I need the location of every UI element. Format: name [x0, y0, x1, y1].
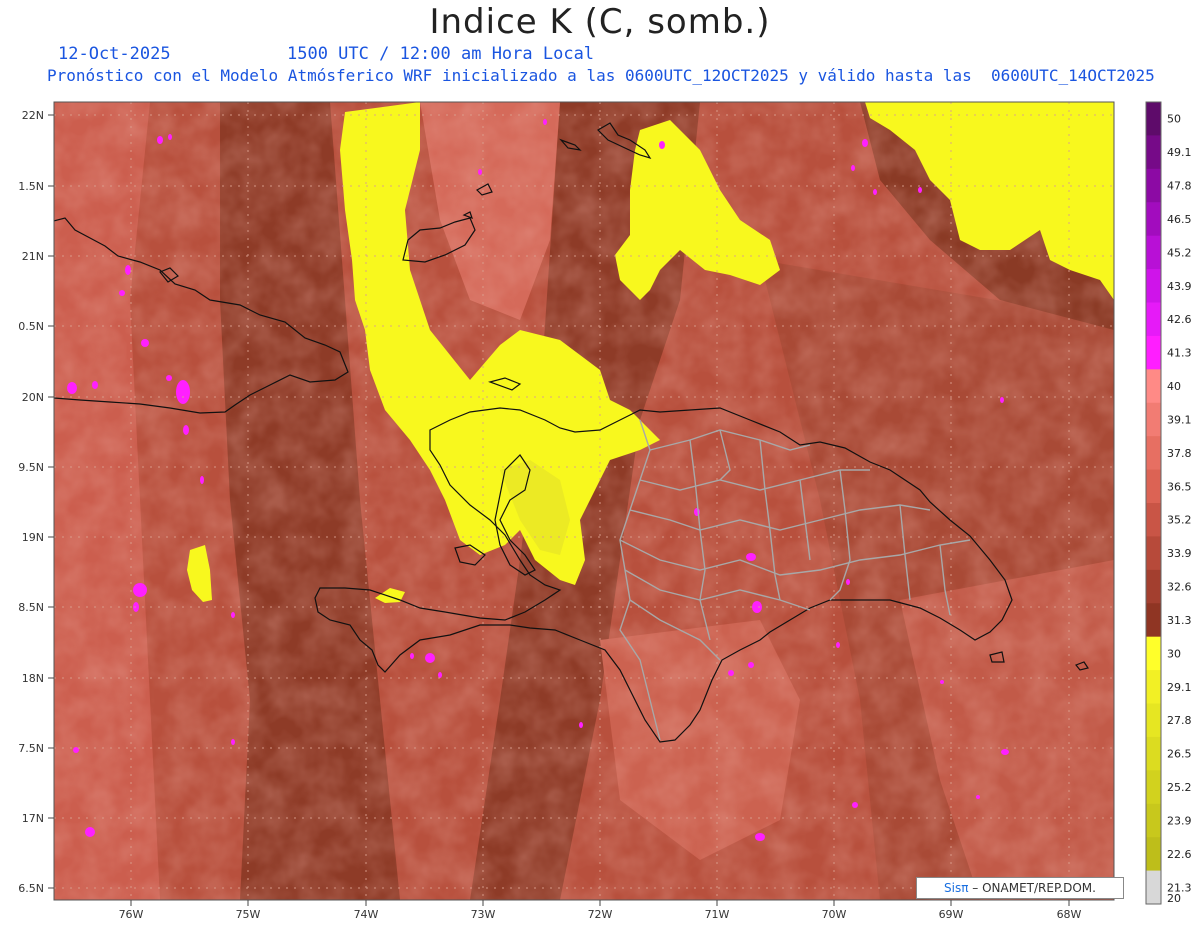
credit-sis: Sisπ: [944, 881, 969, 895]
lon-label: 76W: [119, 908, 144, 921]
lon-label: 75W: [236, 908, 261, 921]
lon-label: 69W: [939, 908, 964, 921]
lon-label: 73W: [471, 908, 496, 921]
colorbar-label: 25.2: [1167, 781, 1192, 794]
colorbar-swatch: [1146, 102, 1161, 136]
colorbar-swatch: [1146, 736, 1161, 771]
colorbar-swatch: [1146, 269, 1161, 303]
colorbar-swatch: [1146, 302, 1161, 337]
lat-label: 20N: [22, 391, 44, 404]
colorbar-label: 49.1: [1167, 146, 1192, 159]
colorbar-swatch: [1146, 503, 1161, 537]
colorbar-swatch: [1146, 369, 1161, 404]
colorbar-swatch: [1146, 335, 1161, 370]
colorbar-label: 41.3: [1167, 347, 1192, 360]
colorbar-label: 22.6: [1167, 848, 1192, 861]
colorbar-swatch: [1146, 402, 1161, 437]
lat-label: 1.5N: [18, 180, 44, 193]
colorbar-label: 47.8: [1167, 180, 1192, 193]
lat-label: 0.5N: [18, 320, 44, 333]
colorbar-swatch: [1146, 770, 1161, 805]
colorbar: 50 49.1 47.8 46.5 45.2 43.9 42.6 41.3 40 39.1 37.8…: [1145, 101, 1192, 905]
latitude-labels: 22N 1.5N 21N 0.5N 20N 9.5N 19N 8.5N 18N …: [18, 109, 44, 895]
colorbar-label: 40: [1167, 380, 1181, 393]
colorbar-label: 50: [1167, 113, 1181, 126]
credit-box: Sisπ – ONAMET/REP.DOM.: [916, 877, 1124, 899]
colorbar-label: 42.6: [1167, 313, 1192, 326]
colorbar-swatch: [1146, 870, 1161, 905]
colorbar-swatch: [1146, 202, 1161, 237]
colorbar-swatch: [1146, 436, 1161, 471]
longitude-labels: 76W 75W 74W 73W 72W 71W 70W 69W 68W: [119, 908, 1082, 921]
colorbar-label: 26.5: [1167, 748, 1192, 761]
colorbar-label: 32.6: [1167, 581, 1192, 594]
lat-label: 18N: [22, 672, 44, 685]
colorbar-label: 27.8: [1167, 714, 1192, 727]
colorbar-swatch: [1146, 569, 1161, 604]
lat-label: 17N: [22, 812, 44, 825]
lon-label: 72W: [588, 908, 613, 921]
lat-label: 19N: [22, 531, 44, 544]
credit-org: – ONAMET/REP.DOM.: [972, 881, 1096, 895]
colorbar-label: 20: [1167, 892, 1181, 905]
colorbar-swatch: [1146, 469, 1161, 504]
colorbar-swatch: [1146, 168, 1161, 203]
colorbar-swatch: [1146, 670, 1161, 704]
colorbar-swatch: [1146, 803, 1161, 838]
colorbar-label: 36.5: [1167, 480, 1192, 493]
colorbar-label: 23.9: [1167, 814, 1192, 827]
colorbar-label: 35.2: [1167, 514, 1192, 527]
colorbar-swatch: [1146, 536, 1161, 571]
colorbar-swatch: [1146, 703, 1161, 738]
lon-label: 71W: [705, 908, 730, 921]
colorbar-label: 39.1: [1167, 413, 1192, 426]
colorbar-swatch: [1146, 135, 1161, 170]
colorbar-label: 45.2: [1167, 246, 1192, 259]
colorbar-label: 37.8: [1167, 447, 1192, 460]
lat-label: 21N: [22, 250, 44, 263]
lat-label: 6.5N: [18, 882, 44, 895]
colorbar-label: 46.5: [1167, 213, 1192, 226]
lat-label: 22N: [22, 109, 44, 122]
colorbar-swatch: [1146, 603, 1161, 638]
map-plot-area: [54, 102, 1114, 900]
k-index-map: 22N 1.5N 21N 0.5N 20N 9.5N 19N 8.5N 18N …: [18, 101, 1192, 921]
colorbar-label: 33.9: [1167, 547, 1192, 560]
colorbar-swatch: [1146, 636, 1161, 671]
lon-label: 68W: [1057, 908, 1082, 921]
colorbar-label: 30: [1167, 647, 1181, 660]
lat-label: 7.5N: [18, 742, 44, 755]
lat-label: 8.5N: [18, 601, 44, 614]
colorbar-swatch: [1146, 235, 1161, 270]
lon-label: 70W: [822, 908, 847, 921]
colorbar-label: 29.1: [1167, 681, 1192, 694]
colorbar-label: 31.3: [1167, 614, 1192, 627]
lat-label: 9.5N: [18, 461, 44, 474]
colorbar-swatch: [1146, 837, 1161, 872]
lon-label: 74W: [354, 908, 379, 921]
colorbar-label: 43.9: [1167, 280, 1192, 293]
